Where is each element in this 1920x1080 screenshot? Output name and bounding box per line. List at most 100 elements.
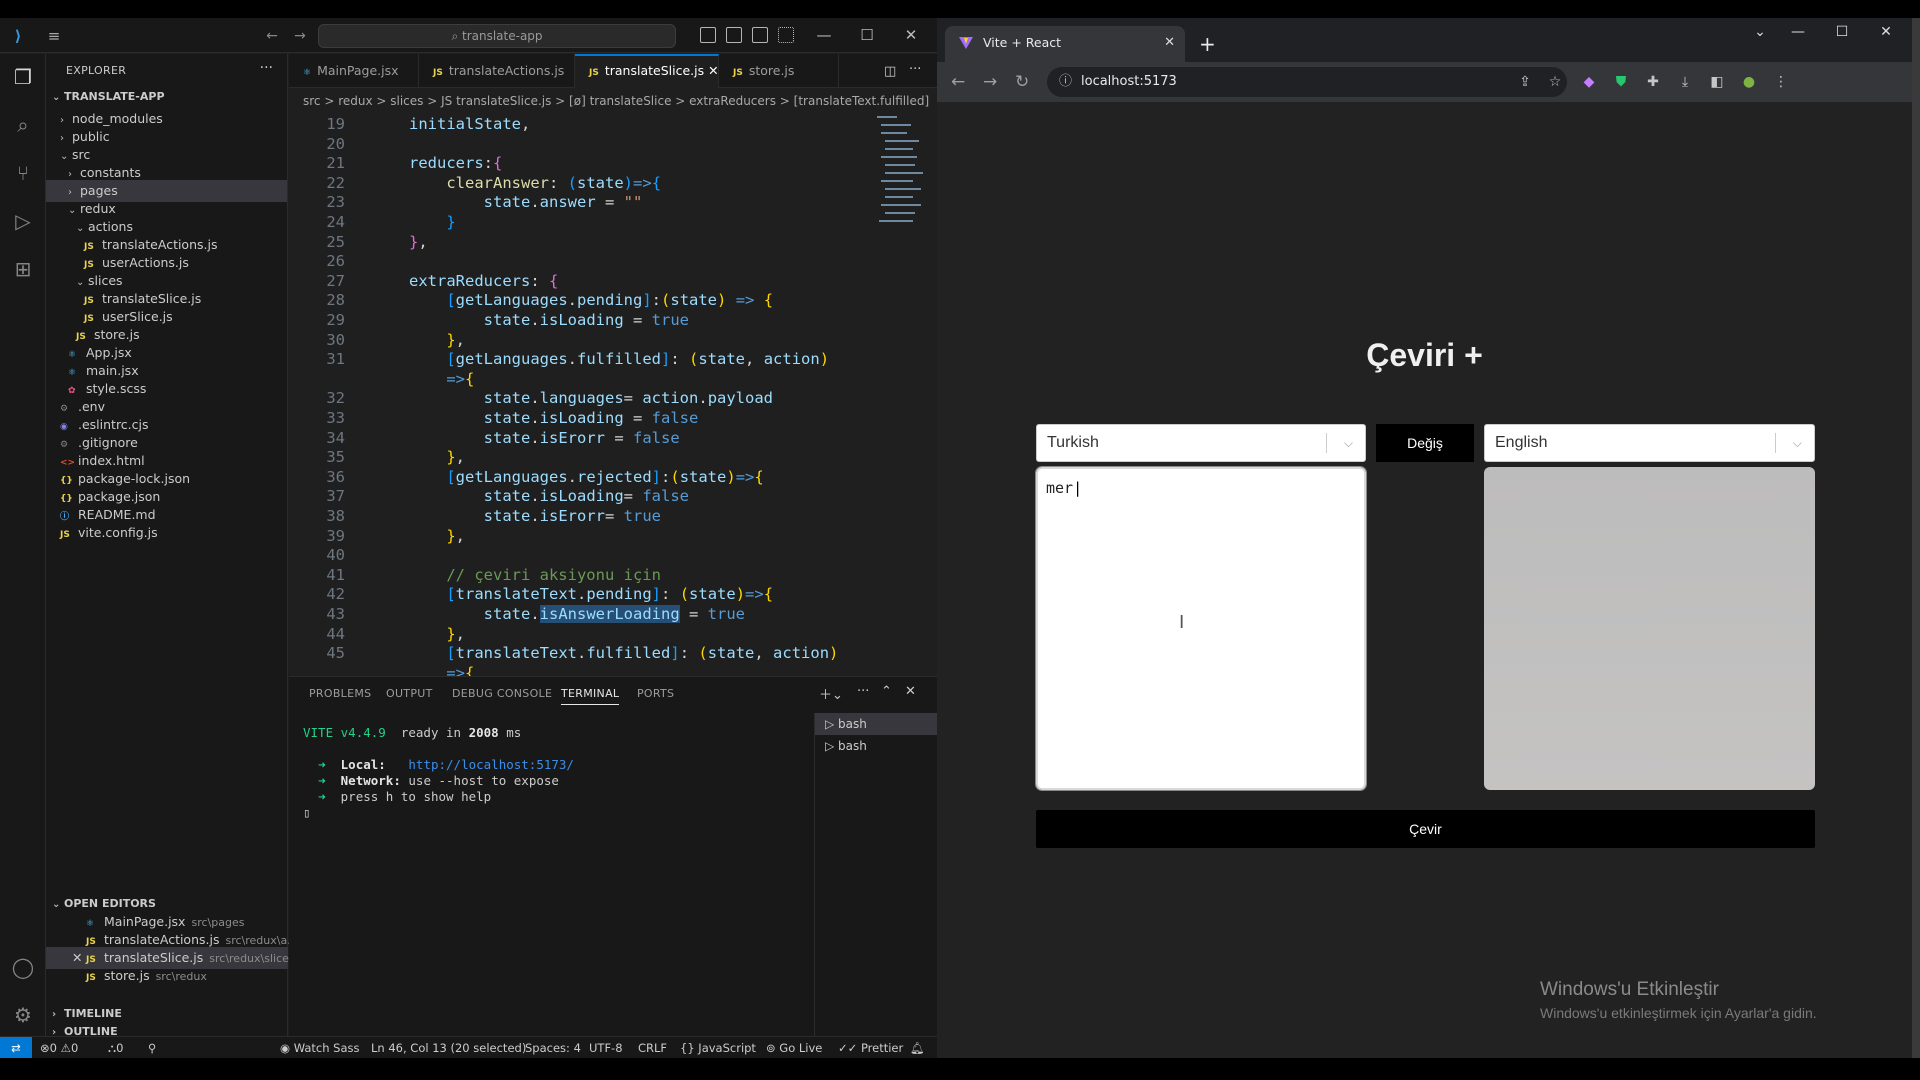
ready-unit: ms [506, 725, 522, 740]
source-control-icon[interactable]: ⑂ [10, 160, 36, 186]
customize-layout-icon[interactable] [778, 27, 794, 43]
explorer-root[interactable]: ⌄ TRANSLATE-APP [46, 86, 287, 108]
editor-tab[interactable]: JS store.js [719, 54, 839, 88]
shield-extension-icon[interactable]: ⛊ [1613, 74, 1629, 90]
back-icon[interactable]: ← [951, 72, 965, 92]
new-tab-icon[interactable]: + [1199, 32, 1216, 56]
code-line[interactable]: =>{ [289, 661, 474, 676]
problems-status[interactable]: ⊗0 ⚠0 [40, 1037, 78, 1058]
account-icon[interactable]: ◯ [10, 954, 36, 980]
close-window-icon[interactable]: ✕ [1871, 24, 1901, 40]
terminal-output[interactable]: VITE v4.4.9 ready in 2008 ms ➜ Local: ht… [303, 725, 574, 821]
explorer-title: EXPLORER [66, 64, 127, 77]
panel-tab[interactable]: DEBUG CONSOLE [452, 687, 552, 700]
toggle-panel-icon[interactable] [726, 27, 742, 43]
back-arrow-icon[interactable]: ← [262, 26, 282, 46]
target-language-select[interactable]: English ⌵ [1484, 424, 1815, 462]
terminal-instance[interactable]: ▷ bash [815, 735, 937, 757]
close-panel-icon[interactable]: ✕ [905, 684, 916, 699]
minimap[interactable] [875, 112, 931, 242]
minimap-line [877, 116, 897, 118]
translate-button[interactable]: Çevir [1036, 810, 1815, 848]
tab-search-icon[interactable]: ⌄ [1745, 24, 1775, 40]
source-text-value: mer [1046, 479, 1074, 497]
git-icon[interactable]: ⚲ [148, 1037, 156, 1058]
extensions-icon[interactable]: ⊞ [10, 256, 36, 282]
browser-toolbar: ← → ↻ ⓘ localhost:5173 ⇪ ☆ ◆ ⛊ ✚ ⤓ ◧ ● ⋮ [937, 62, 1912, 102]
eol-status[interactable]: CRLF [638, 1037, 667, 1058]
remote-icon[interactable]: ⇄ [0, 1037, 32, 1058]
share-icon[interactable]: ⇪ [1517, 74, 1533, 90]
panel-tab[interactable]: OUTPUT [386, 687, 433, 700]
profile-avatar-icon[interactable]: ● [1741, 74, 1757, 90]
minimize-icon[interactable]: — [1783, 24, 1813, 40]
toggle-secondary-sidebar-icon[interactable] [752, 27, 768, 43]
editor-tab[interactable]: JS translateSlice.js ✕ [575, 54, 719, 88]
maximize-icon[interactable]: ☐ [855, 24, 879, 46]
ports-status[interactable]: ⛬0 [108, 1037, 123, 1058]
close-window-icon[interactable]: ✕ [899, 24, 923, 46]
site-info-icon[interactable]: ⓘ [1059, 67, 1072, 97]
new-terminal-icon[interactable]: ＋⌄ [819, 684, 843, 703]
source-language-select[interactable]: Turkish ⌵ [1036, 424, 1366, 462]
terminal-instance[interactable]: ▷ bash [815, 713, 937, 735]
settings-gear-icon[interactable]: ⚙ [10, 1002, 36, 1028]
language-status[interactable]: {} JavaScript [680, 1037, 756, 1058]
code-editor[interactable]: 19 initialState, 20 21 reducers:{22 clearAns… [289, 112, 877, 676]
bookmark-star-icon[interactable]: ☆ [1547, 74, 1563, 90]
close-tab-icon[interactable]: ✕ [1164, 26, 1175, 60]
hamburger-menu-icon[interactable]: ≡ [44, 26, 64, 46]
split-editor-icon[interactable]: ◫ [884, 64, 896, 79]
open-editor-path: src\redux [155, 970, 207, 983]
panel-tab[interactable]: PORTS [637, 687, 674, 700]
indentation-status[interactable]: Spaces: 4 [525, 1037, 581, 1058]
chevron-down-icon[interactable]: ⌵ [1344, 425, 1353, 461]
puzzle-extensions-icon[interactable]: ✚ [1645, 74, 1661, 90]
chrome-menu-icon[interactable]: ⋮ [1773, 74, 1789, 90]
open-editor-item[interactable]: JS store.js src\redux [46, 965, 288, 987]
search-icon[interactable]: ⌕ [10, 112, 36, 138]
run-debug-icon[interactable]: ▷ [10, 208, 36, 234]
prettier-status[interactable]: ✓✓ Prettier [838, 1037, 903, 1058]
panel-tab[interactable]: PROBLEMS [309, 687, 371, 700]
maximize-icon[interactable]: ☐ [1827, 24, 1857, 40]
tree-item-label: .eslintrc.cjs [78, 417, 149, 432]
explorer-icon[interactable]: ❐ [10, 64, 36, 90]
breadcrumb[interactable]: src > redux > slices > JS translateSlice… [303, 90, 929, 112]
editor-tab[interactable]: JS translateActions.js [419, 54, 575, 88]
chevron-down-icon: ⌄ [52, 92, 61, 103]
file-item[interactable]: JS vite.config.js [46, 522, 287, 544]
notifications-bell-icon[interactable]: 🔔︎ [910, 1037, 925, 1058]
local-url-link[interactable]: http://localhost:5173/ [408, 757, 574, 772]
maximize-panel-icon[interactable]: ⌃ [881, 684, 892, 699]
minimize-icon[interactable]: — [812, 24, 836, 46]
terminal-list: ▷ bash ▷ bash [814, 713, 937, 1043]
reload-icon[interactable]: ↻ [1015, 72, 1029, 92]
watch-sass-status[interactable]: ◉ Watch Sass [280, 1037, 360, 1058]
editor-more-icon[interactable]: ··· [909, 62, 921, 77]
panel-tab[interactable]: TERMINAL [561, 687, 620, 705]
cursor-position[interactable]: Ln 46, Col 13 (20 selected) [371, 1037, 526, 1058]
go-live-status[interactable]: ⊚ Go Live [766, 1037, 822, 1058]
encoding-status[interactable]: UTF-8 [589, 1037, 623, 1058]
panel-more-icon[interactable]: ··· [857, 684, 869, 699]
download-icon[interactable]: ⤓ [1677, 74, 1693, 90]
tree-item-label: translateActions.js [102, 237, 218, 252]
browser-tab[interactable]: Vite + React ✕ [945, 26, 1185, 62]
address-bar[interactable]: ⓘ localhost:5173 [1047, 67, 1567, 97]
command-center-search[interactable]: ⌕ translate-app [318, 24, 676, 48]
source-text-input[interactable]: mer| [1035, 466, 1367, 791]
side-panel-icon[interactable]: ◧ [1709, 74, 1725, 90]
open-editor-label: translateActions.js [104, 932, 220, 947]
chevron-down-icon[interactable]: ⌵ [1793, 425, 1802, 461]
extension-icon[interactable]: ◆ [1581, 74, 1597, 90]
toggle-sidebar-icon[interactable] [700, 27, 716, 43]
activation-watermark-text: Windows'u etkinleştirmek için Ayarlar'a … [1540, 1005, 1817, 1021]
forward-icon[interactable]: → [983, 72, 997, 92]
editor-tab[interactable]: ⚛ MainPage.jsx [289, 54, 419, 88]
more-actions-icon[interactable]: ··· [260, 60, 273, 76]
prettier-label: Prettier [860, 1041, 904, 1055]
close-tab-icon[interactable]: ✕ [704, 63, 718, 78]
forward-arrow-icon[interactable]: → [290, 26, 310, 46]
swap-languages-button[interactable]: Değiş [1376, 424, 1474, 462]
